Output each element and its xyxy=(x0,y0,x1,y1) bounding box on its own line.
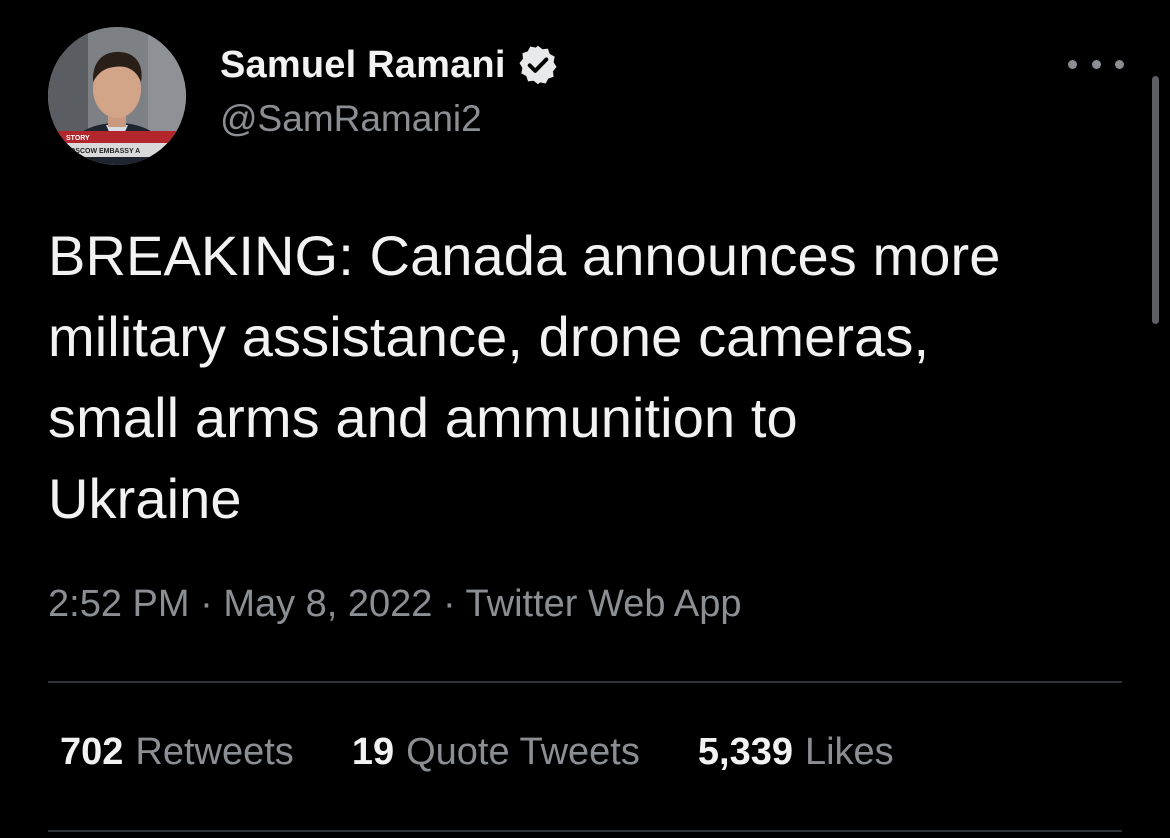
tweet-detail-view: STORY MOSCOW EMBASSY A Samuel Ramani @Sa… xyxy=(0,0,1170,838)
meta-separator: · xyxy=(443,583,466,625)
more-options-icon[interactable] xyxy=(1068,50,1124,78)
tweet-time[interactable]: 2:52 PM xyxy=(48,583,190,625)
verified-badge-icon xyxy=(516,43,560,87)
author-name-row[interactable]: Samuel Ramani xyxy=(220,40,560,90)
tweet-source[interactable]: Twitter Web App xyxy=(466,583,742,625)
more-dot xyxy=(1091,59,1101,69)
retweets-label: Retweets xyxy=(135,731,294,773)
tweet-date[interactable]: May 8, 2022 xyxy=(223,583,432,625)
likes-count: 5,339 xyxy=(697,731,793,773)
tweet-text: BREAKING: Canada announces more military… xyxy=(48,224,1001,530)
avatar-image: STORY MOSCOW EMBASSY A xyxy=(48,27,186,165)
avatar-caption-top: STORY xyxy=(66,135,90,142)
meta-separator: · xyxy=(200,583,224,625)
more-dot xyxy=(1068,59,1077,69)
divider xyxy=(48,830,1122,832)
tweet-stats: 702 Retweets 19 Quote Tweets 5,339 Likes xyxy=(60,731,952,774)
scrollbar[interactable] xyxy=(1152,76,1159,324)
tweet-meta: 2:52 PM · May 8, 2022 · Twitter Web App xyxy=(48,583,742,626)
likes-stat[interactable]: 5,339 Likes xyxy=(698,731,894,774)
author-display-name[interactable]: Samuel Ramani xyxy=(220,44,506,87)
divider xyxy=(48,681,1122,683)
quote-tweets-label: Quote Tweets xyxy=(406,731,640,773)
quote-tweets-stat[interactable]: 19 Quote Tweets xyxy=(352,731,640,774)
author-handle[interactable]: @SamRamani2 xyxy=(220,98,482,140)
retweets-count: 702 xyxy=(60,731,124,773)
avatar-caption-bottom: MOSCOW EMBASSY A xyxy=(64,148,140,155)
more-dot xyxy=(1115,59,1124,69)
quote-tweets-count: 19 xyxy=(351,731,395,773)
likes-label: Likes xyxy=(804,731,894,773)
retweets-stat[interactable]: 702 Retweets xyxy=(60,731,294,774)
avatar[interactable]: STORY MOSCOW EMBASSY A xyxy=(48,27,186,165)
